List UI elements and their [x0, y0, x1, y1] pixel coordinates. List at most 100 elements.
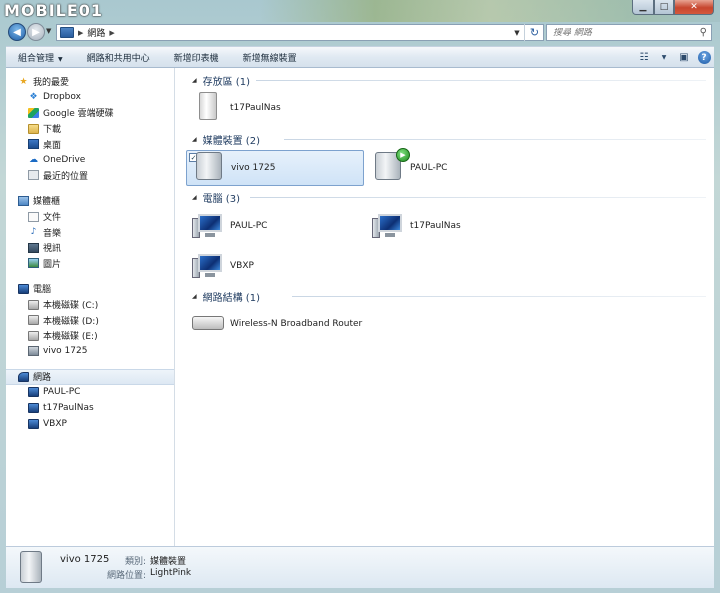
view-dropdown-button[interactable]: ▼	[654, 47, 674, 68]
back-button[interactable]: ◀	[8, 23, 26, 41]
network-computer-icon	[28, 387, 39, 398]
nav-label: 下載	[43, 125, 62, 136]
device-tile-vivo-1725[interactable]: ✓ vivo 1725	[186, 150, 364, 186]
collapse-arrow-icon[interactable]: ◢	[192, 194, 197, 201]
navigation-pane[interactable]: ★ 我的最愛 ❖ Dropbox Google 雲端硬碟 下載 桌面 ☁ OneDri…	[6, 68, 175, 546]
preview-pane-icon: ▣	[679, 52, 689, 63]
nav-label: 圖片	[43, 259, 62, 270]
add-wireless-device-button[interactable]: 新增無線裝置	[231, 51, 309, 64]
network-computer-icon	[28, 418, 39, 429]
nav-item-network[interactable]: 網路	[6, 369, 174, 385]
group-header-storage[interactable]: ◢ 存放區 (1)	[192, 73, 250, 88]
nav-label: 最近的位置	[43, 171, 89, 182]
search-input[interactable]	[553, 27, 693, 38]
star-icon: ★	[19, 76, 28, 87]
group-header-computers[interactable]: ◢ 電腦 (3)	[192, 190, 240, 205]
search-icon[interactable]: ⚲	[700, 27, 707, 38]
breadcrumb-separator-icon[interactable]: ▶	[78, 29, 83, 37]
nav-item-drive-c[interactable]: 本機磁碟 (C:)	[6, 297, 174, 313]
nav-group-network: 網路 PAUL-PC t17PaulNas VBXP	[6, 369, 174, 431]
details-pane: vivo 1725 類別: 媒體裝置 網路位置: LightPink	[6, 546, 714, 588]
nav-item-favorites[interactable]: ★ 我的最愛	[6, 74, 174, 90]
tile-label: Wireless-N Broadband Router	[230, 319, 363, 329]
chevron-down-icon: ▼	[58, 55, 63, 63]
nav-item-downloads[interactable]: 下載	[6, 121, 174, 137]
nav-label: Dropbox	[43, 92, 81, 103]
collapse-arrow-icon[interactable]: ◢	[192, 136, 197, 143]
media-device-icon	[196, 152, 222, 180]
computer-tile-t17paulnas[interactable]: t17PaulNas	[372, 208, 550, 244]
nav-label: VBXP	[43, 418, 67, 429]
nav-item-dropbox[interactable]: ❖ Dropbox	[6, 90, 174, 106]
address-bar[interactable]: ▶ 網路 ▶	[56, 24, 544, 41]
nav-item-drive-e[interactable]: 本機磁碟 (E:)	[6, 328, 174, 344]
group-header-network-infrastructure[interactable]: ◢ 網路結構 (1)	[192, 289, 260, 304]
nav-item-drive-d[interactable]: 本機磁碟 (D:)	[6, 312, 174, 328]
nav-item-google-drive[interactable]: Google 雲端硬碟	[6, 105, 174, 121]
address-dropdown-button[interactable]: ▼	[510, 24, 524, 41]
refresh-button[interactable]: ↻	[524, 24, 544, 41]
close-button[interactable]: ✕	[674, 0, 714, 15]
nav-item-vbxp[interactable]: VBXP	[6, 416, 174, 432]
refresh-icon: ↻	[529, 26, 540, 39]
monitor-part	[198, 254, 222, 272]
arrow-right-icon: ▶	[32, 26, 40, 38]
nav-item-computer[interactable]: 電腦	[6, 281, 174, 297]
tile-label: t17PaulNas	[410, 221, 461, 231]
recent-pages-dropdown[interactable]: ▼	[46, 27, 51, 35]
address-row: ◀ ▶ ▼ ▶ 網路 ▶ ▼ ↻ ⚲	[6, 22, 714, 44]
nav-item-recent-places[interactable]: 最近的位置	[6, 168, 174, 184]
window-frame: MOBILE01 ▁ □ ✕ ◀ ▶ ▼ ▶ 網路 ▶ ▼ ↻ ⚲ 組合管理▼ …	[0, 0, 720, 593]
breadcrumb-separator-icon[interactable]: ▶	[109, 29, 114, 37]
collapse-arrow-icon[interactable]: ◢	[192, 77, 197, 84]
stand-part	[385, 233, 395, 237]
device-tile-router[interactable]: Wireless-N Broadband Router	[192, 306, 432, 342]
libraries-icon	[18, 195, 29, 206]
computer-tile-paul-pc[interactable]: PAUL-PC	[192, 208, 370, 244]
details-device-name: vivo 1725	[60, 554, 110, 565]
view-options-button[interactable]: ☷	[634, 47, 654, 68]
nav-item-t17paulnas[interactable]: t17PaulNas	[6, 400, 174, 416]
group-divider	[284, 139, 706, 140]
forward-button[interactable]: ▶	[27, 23, 45, 41]
chevron-down-icon: ▼	[514, 28, 520, 37]
organize-label: 組合管理	[18, 53, 55, 64]
nav-item-vivo-1725[interactable]: vivo 1725	[6, 344, 174, 360]
group-divider	[292, 296, 706, 297]
search-box[interactable]: ⚲	[546, 24, 712, 41]
nav-item-videos[interactable]: 視訊	[6, 240, 174, 256]
dropbox-icon: ❖	[29, 92, 38, 103]
nav-item-paul-pc[interactable]: PAUL-PC	[6, 385, 174, 401]
google-drive-icon	[28, 107, 39, 118]
monitor-part	[198, 214, 222, 232]
maximize-button[interactable]: □	[654, 0, 674, 15]
group-title: 存放區 (1)	[202, 76, 250, 88]
help-button[interactable]: ?	[694, 47, 714, 68]
nav-item-desktop[interactable]: 桌面	[6, 136, 174, 152]
nav-item-music[interactable]: ♪ 音樂	[6, 224, 174, 240]
group-header-media-devices[interactable]: ◢ 媒體裝置 (2)	[192, 132, 260, 147]
details-location-label: 網路位置:	[106, 571, 146, 581]
nav-item-onedrive[interactable]: ☁ OneDrive	[6, 152, 174, 168]
computer-icon	[18, 283, 29, 294]
minimize-button[interactable]: ▁	[632, 0, 654, 15]
content-pane[interactable]: ◢ 存放區 (1) t17PaulNas ◢ 媒體裝置 (2) ✓ vivo 1…	[176, 68, 714, 546]
nav-label: 本機磁碟 (C:)	[43, 301, 99, 312]
nav-label: 文件	[43, 213, 62, 224]
organize-button[interactable]: 組合管理 ▼	[6, 51, 75, 64]
nav-item-libraries[interactable]: 媒體櫃	[6, 193, 174, 209]
nav-item-documents[interactable]: 文件	[6, 209, 174, 225]
nav-label: 網路	[33, 373, 52, 384]
preview-pane-button[interactable]: ▣	[674, 47, 694, 68]
breadcrumb-network[interactable]: 網路	[87, 26, 105, 39]
computer-tile-vbxp[interactable]: VBXP	[192, 248, 370, 284]
network-computer-icon	[28, 403, 39, 414]
device-tile-paul-pc-media[interactable]: ▶ PAUL-PC	[372, 148, 550, 186]
tile-icon-wrap: ▶	[372, 148, 410, 184]
network-sharing-center-button[interactable]: 網路和共用中心	[75, 51, 162, 64]
device-tile-t17paulnas-storage[interactable]: t17PaulNas	[192, 90, 370, 126]
nav-label: vivo 1725	[43, 346, 88, 357]
collapse-arrow-icon[interactable]: ◢	[192, 293, 197, 300]
nav-item-pictures[interactable]: 圖片	[6, 256, 174, 272]
add-printer-button[interactable]: 新增印表機	[162, 51, 231, 64]
